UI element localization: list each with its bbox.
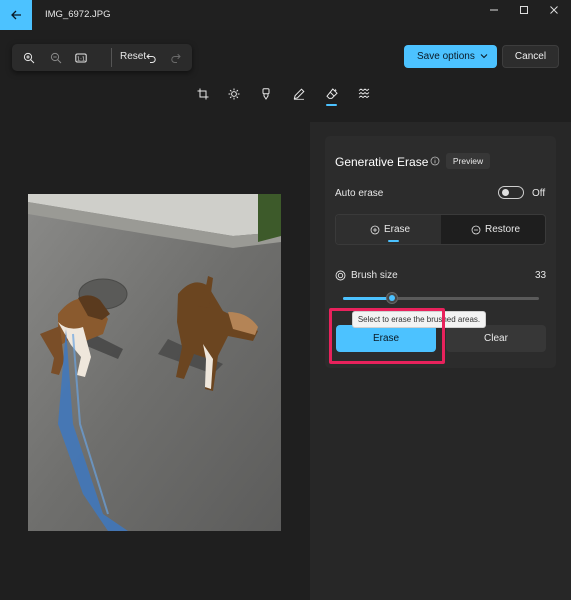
actual-size-button[interactable]: 1:1 <box>72 49 90 66</box>
auto-erase-label: Auto erase <box>335 188 384 199</box>
mode-erase-label: Erase <box>384 224 411 235</box>
brush-size-label: Brush size <box>351 270 398 281</box>
slider-fill <box>343 297 392 300</box>
markup-pen-icon <box>293 88 305 100</box>
brush-size-icon <box>335 270 346 281</box>
svg-text:1:1: 1:1 <box>77 56 85 62</box>
close-icon <box>550 6 558 14</box>
toggle-knob <box>502 189 509 196</box>
title-bar: IMG_6972.JPG <box>0 0 571 30</box>
maximize-icon <box>520 6 528 14</box>
tool-crop[interactable] <box>194 86 212 102</box>
undo-icon <box>146 53 156 63</box>
adjust-brightness-icon <box>228 88 240 100</box>
zoom-toolbar: 1:1 Reset <box>12 44 192 71</box>
close-button[interactable] <box>537 0 571 20</box>
mode-restore[interactable]: Restore <box>471 224 520 235</box>
chevron-down-icon <box>480 54 488 59</box>
actual-size-icon: 1:1 <box>75 53 87 62</box>
preview-badge: Preview <box>446 153 490 169</box>
mode-restore-label: Restore <box>485 224 521 235</box>
back-arrow-icon <box>11 10 21 20</box>
redo-button[interactable] <box>167 49 185 66</box>
panel-title: Generative Erase <box>335 155 429 169</box>
tool-filter[interactable] <box>257 86 275 102</box>
photo-image <box>28 194 281 531</box>
maximize-button[interactable] <box>507 0 541 20</box>
plus-circle-icon <box>370 225 380 234</box>
tool-markup[interactable] <box>290 86 308 102</box>
save-options-button[interactable]: Save options <box>404 45 497 68</box>
mode-selector: Erase Restore <box>335 214 546 245</box>
slider-thumb[interactable] <box>386 292 398 304</box>
auto-erase-state: Off <box>532 188 546 199</box>
cancel-button[interactable]: Cancel <box>502 45 559 68</box>
erase-icon <box>326 88 338 99</box>
filter-icon <box>262 88 270 100</box>
minus-circle-icon <box>471 225 481 234</box>
zoom-in-icon <box>23 52 35 63</box>
redo-icon <box>171 53 181 63</box>
active-tool-indicator <box>326 104 337 106</box>
zoom-out-button[interactable] <box>47 49 65 66</box>
auto-erase-toggle[interactable] <box>498 186 524 199</box>
toolbar-divider <box>111 48 112 67</box>
back-button[interactable] <box>0 0 32 30</box>
undo-button[interactable] <box>142 49 160 66</box>
background-icon <box>358 88 370 99</box>
zoom-out-icon <box>50 52 62 63</box>
mode-erase[interactable]: Erase <box>370 224 410 235</box>
brush-size-slider[interactable] <box>343 297 539 300</box>
minimize-button[interactable] <box>477 0 511 20</box>
minimize-icon <box>490 9 498 11</box>
window-title: IMG_6972.JPG <box>45 9 111 20</box>
info-icon[interactable] <box>430 156 440 166</box>
zoom-in-button[interactable] <box>20 49 38 66</box>
crop-icon <box>197 88 209 100</box>
annotation-highlight-box <box>329 308 445 364</box>
save-options-label: Save options <box>417 51 475 62</box>
tool-adjust[interactable] <box>225 86 243 102</box>
brush-size-value: 33 <box>535 270 547 281</box>
tool-erase[interactable] <box>323 86 341 102</box>
photo-canvas[interactable] <box>28 194 281 531</box>
tool-background[interactable] <box>355 86 373 102</box>
clear-button[interactable]: Clear <box>446 325 546 352</box>
active-mode-indicator <box>388 240 399 242</box>
